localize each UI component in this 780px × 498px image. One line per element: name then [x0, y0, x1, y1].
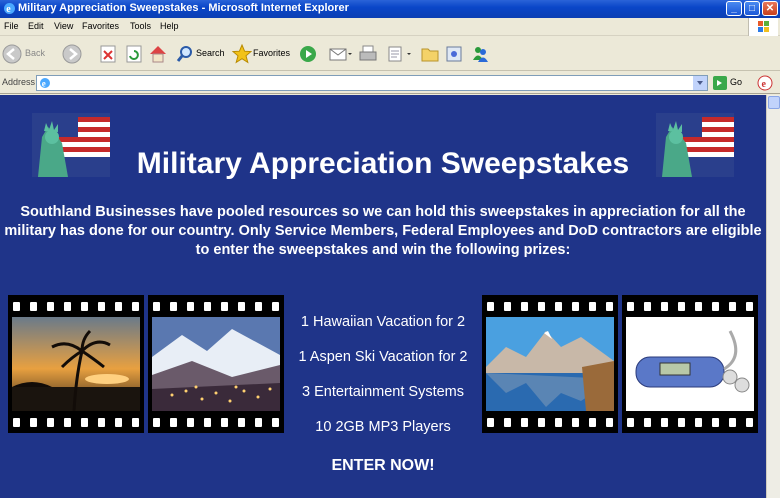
home-icon[interactable]	[148, 43, 168, 65]
prize-item: 1 Hawaiian Vacation for 2	[300, 314, 466, 330]
aspen-ski-town-photo	[152, 317, 280, 411]
window-titlebar: e Military Appreciation Sweepstakes - Mi…	[0, 0, 780, 18]
address-label: Address	[2, 77, 36, 87]
folder-icon[interactable]	[420, 43, 440, 65]
page-content: Military Appreciation Sweepstakes Southl…	[0, 95, 766, 498]
filmstrip-photo-mountain-lake	[482, 295, 618, 433]
menu-view[interactable]: View	[54, 21, 73, 31]
window-title: Military Appreciation Sweepstakes - Micr…	[18, 2, 349, 14]
menu-tools[interactable]: Tools	[130, 21, 151, 31]
mail-icon[interactable]	[328, 43, 352, 65]
page-headline: Military Appreciation Sweepstakes	[136, 147, 630, 180]
menu-edit[interactable]: Edit	[28, 21, 44, 31]
stop-icon[interactable]	[98, 43, 118, 65]
hawaii-sunset-photo	[12, 317, 140, 411]
menu-bar: File Edit View Favorites Tools Help	[0, 18, 780, 36]
go-button[interactable]: Go	[730, 77, 742, 87]
address-input[interactable]: e	[36, 75, 708, 91]
prize-item: 3 Entertainment Systems	[302, 384, 464, 400]
search-icon	[176, 46, 192, 62]
menu-help[interactable]: Help	[160, 21, 179, 31]
windows-logo-icon	[748, 18, 778, 36]
mp3-player-photo	[626, 317, 754, 411]
internet-explorer-icon: e	[4, 3, 15, 15]
toolbar: Back Search Favorites	[0, 37, 780, 71]
enter-now-link[interactable]: ENTER NOW!	[270, 457, 496, 475]
forward-arrow-icon[interactable]	[62, 43, 82, 65]
svg-text:e: e	[42, 79, 46, 89]
print-icon[interactable]	[358, 43, 378, 65]
ie-throbber-icon: e	[757, 75, 773, 91]
vertical-scrollbar[interactable]	[766, 95, 780, 498]
edit-icon[interactable]	[386, 43, 412, 65]
refresh-icon[interactable]	[124, 43, 144, 65]
filmstrip-photo-mp3-player	[622, 295, 758, 433]
maximize-button[interactable]: □	[744, 1, 760, 16]
messenger-icon[interactable]	[444, 43, 464, 65]
prize-item: 10 2GB MP3 Players	[315, 419, 451, 435]
favorites-star-icon	[232, 44, 252, 64]
menu-favorites[interactable]: Favorites	[82, 21, 119, 31]
chevron-down-icon[interactable]	[693, 76, 707, 90]
page-icon: e	[40, 78, 50, 89]
back-arrow-icon	[2, 44, 22, 64]
close-button[interactable]: ✕	[762, 1, 778, 16]
svg-text:e: e	[762, 79, 767, 90]
filmstrip-photo-hawaii	[8, 295, 144, 433]
prize-item: 1 Aspen Ski Vacation for 2	[298, 349, 468, 365]
go-arrow-icon[interactable]	[713, 76, 727, 90]
filmstrip-photo-aspen	[148, 295, 284, 433]
mountain-lake-photo	[486, 317, 614, 411]
back-button[interactable]: Back	[2, 43, 56, 65]
search-button[interactable]: Search	[176, 43, 228, 65]
svg-text:e: e	[6, 4, 11, 15]
minimize-button[interactable]: _	[726, 1, 742, 16]
favorites-button[interactable]: Favorites	[232, 43, 292, 65]
menu-file[interactable]: File	[4, 21, 19, 31]
intro-paragraph: Southland Businesses have pooled resourc…	[4, 204, 762, 258]
scroll-up-arrow[interactable]	[768, 96, 780, 109]
messenger-buddy-icon[interactable]	[470, 43, 490, 65]
address-bar: Address e Go e	[0, 72, 780, 94]
media-icon[interactable]	[298, 43, 318, 65]
